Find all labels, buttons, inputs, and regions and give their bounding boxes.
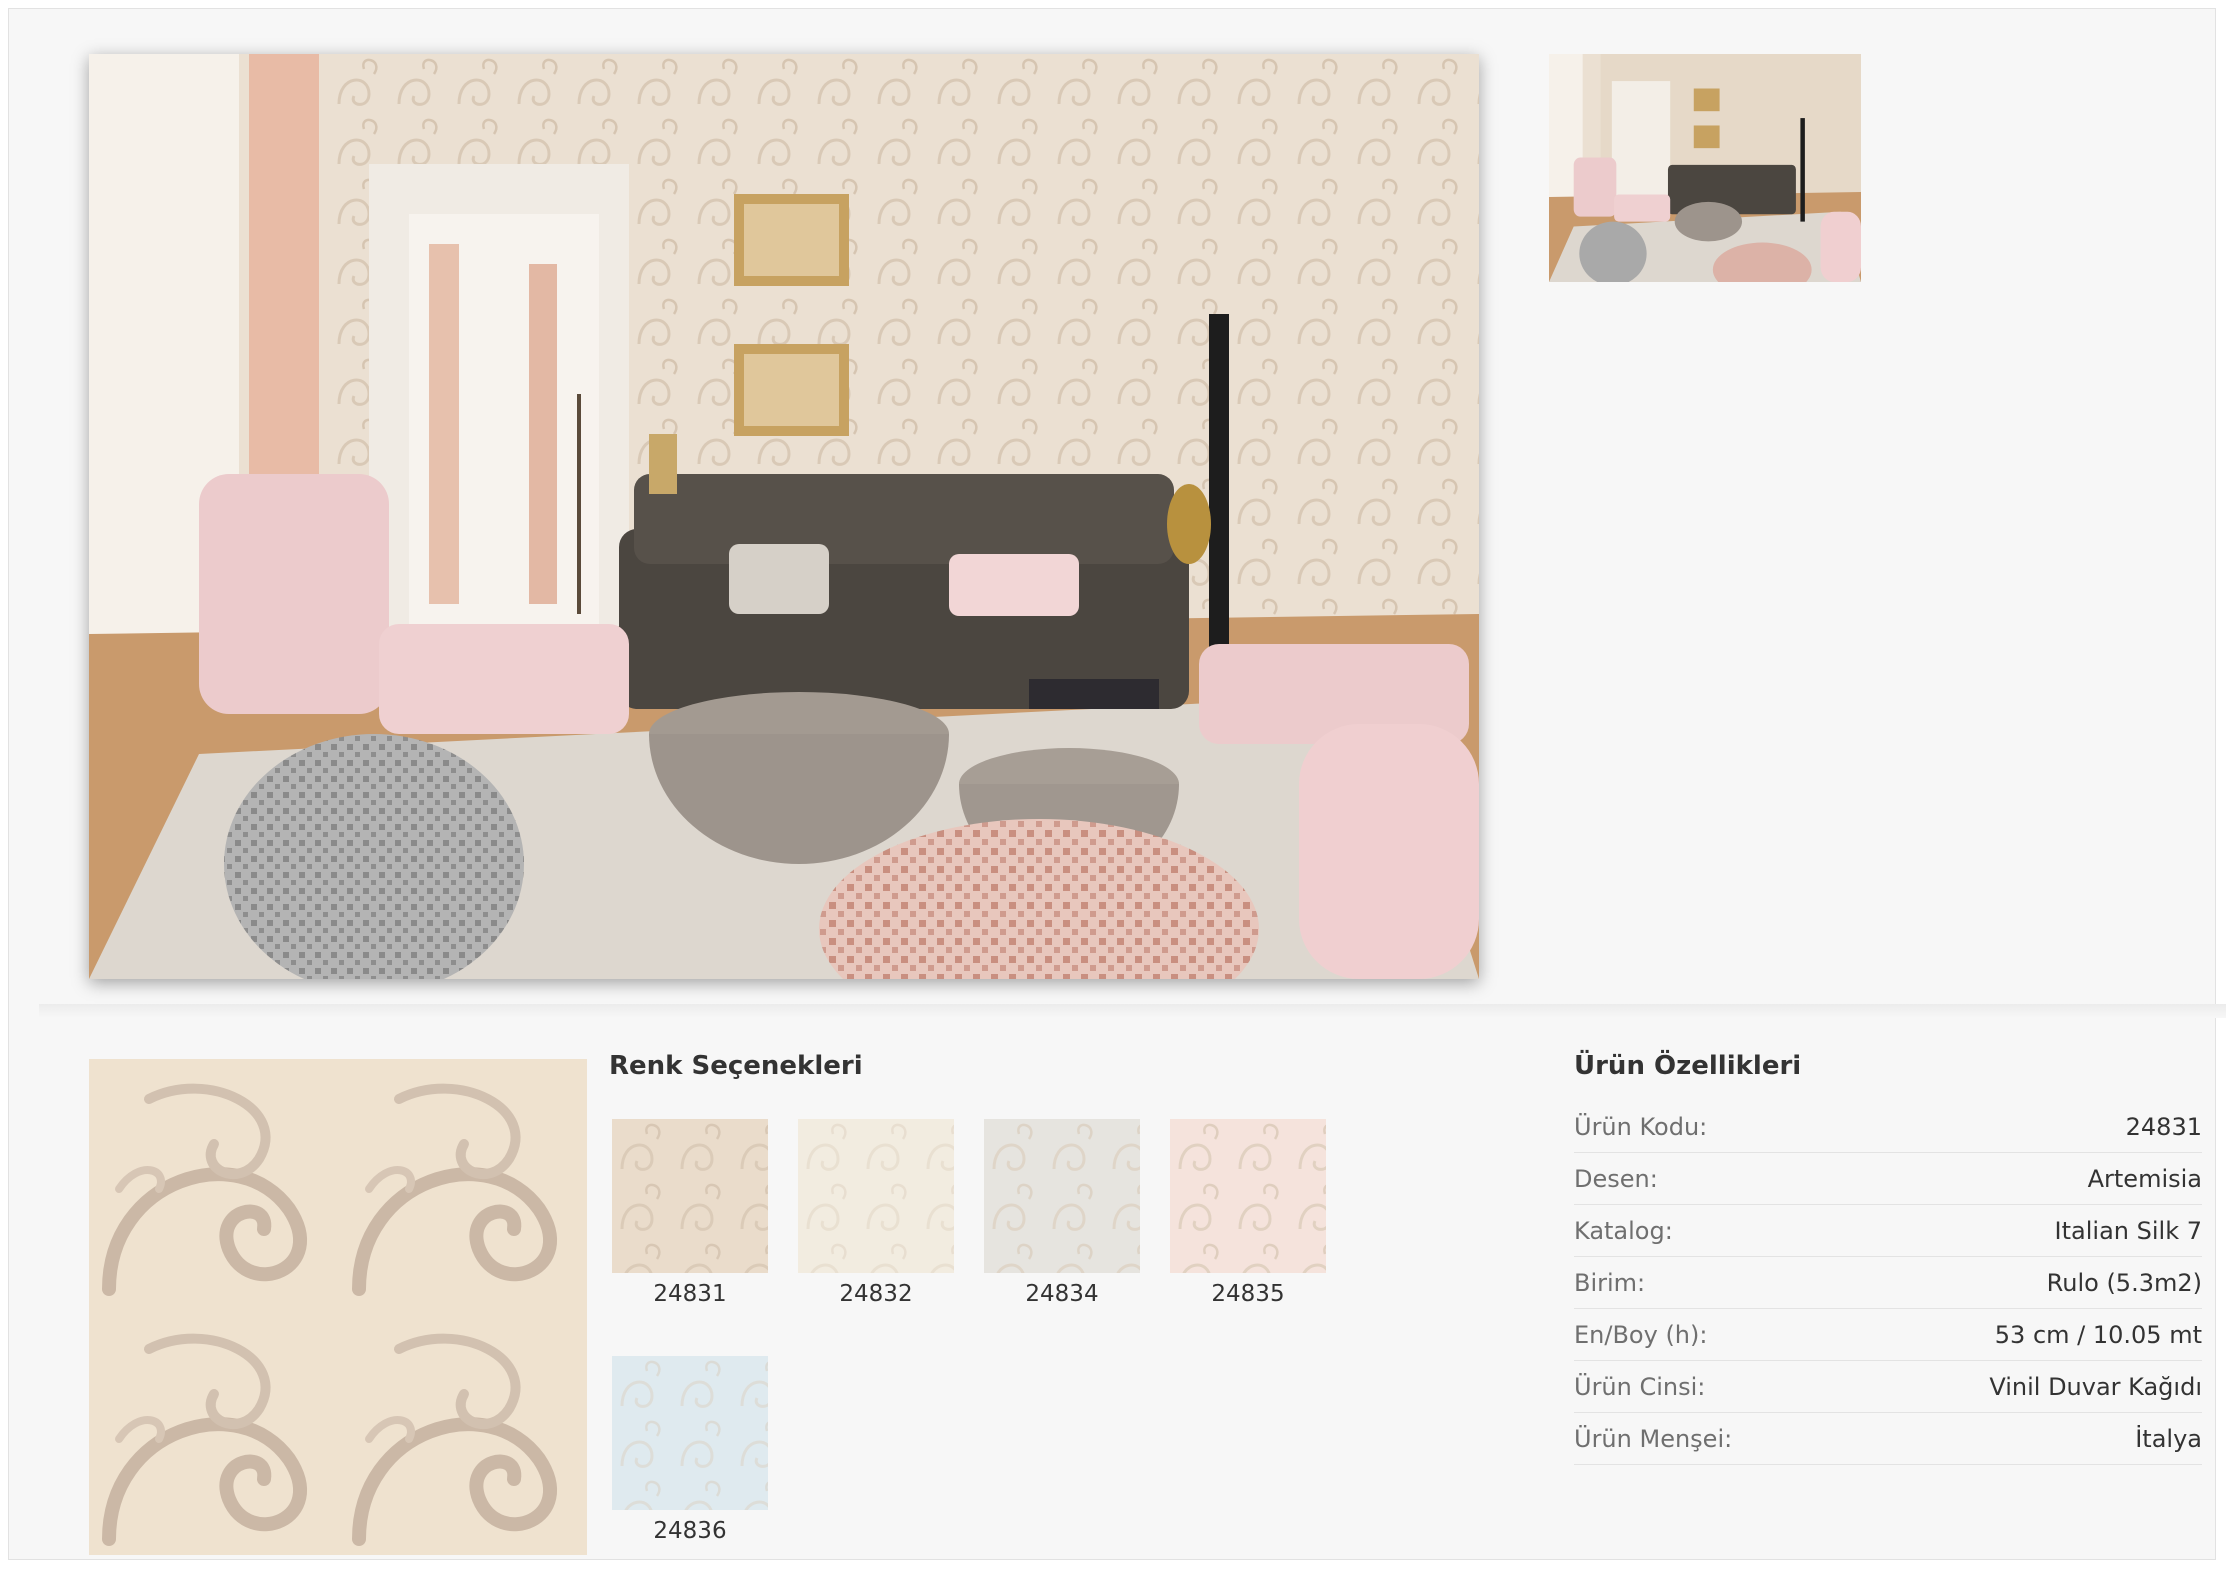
gallery-thumbnail[interactable] — [1549, 54, 1861, 282]
color-option-24832[interactable]: 24832 — [798, 1119, 954, 1307]
main-product-image[interactable] — [89, 54, 1479, 979]
spec-value: İtalya — [2135, 1424, 2202, 1453]
spec-label: Katalog: — [1574, 1216, 1673, 1245]
color-code: 24831 — [653, 1281, 727, 1307]
spec-value: Rulo (5.3m2) — [2046, 1268, 2202, 1297]
color-code: 24836 — [653, 1518, 727, 1544]
swatch-24831 — [612, 1119, 768, 1273]
spec-value: Artemisia — [2087, 1164, 2202, 1193]
spec-row-catalog: Katalog: Italian Silk 7 — [1574, 1205, 2202, 1257]
spec-value: Vinil Duvar Kağıdı — [1989, 1372, 2202, 1401]
spec-value: Italian Silk 7 — [2054, 1216, 2202, 1245]
product-specs-title: Ürün Özellikleri — [1574, 1051, 1802, 1081]
spec-label: Ürün Cinsi: — [1574, 1372, 1706, 1401]
color-option-24834[interactable]: 24834 — [984, 1119, 1140, 1307]
spec-row-dimensions: En/Boy (h): 53 cm / 10.05 mt — [1574, 1309, 2202, 1361]
spec-row-product-code: Ürün Kodu: 24831 — [1574, 1101, 2202, 1153]
color-option-24831[interactable]: 24831 — [612, 1119, 768, 1307]
spec-row-origin: Ürün Menşei: İtalya — [1574, 1413, 2202, 1465]
spec-label: Ürün Kodu: — [1574, 1112, 1708, 1141]
spec-row-unit: Birim: Rulo (5.3m2) — [1574, 1257, 2202, 1309]
color-code: 24835 — [1211, 1281, 1285, 1307]
swatch-24832 — [798, 1119, 954, 1273]
color-code: 24834 — [1025, 1281, 1099, 1307]
spec-value: 53 cm / 10.05 mt — [1994, 1320, 2202, 1349]
room-scene-image — [89, 54, 1479, 979]
spec-label: Ürün Menşei: — [1574, 1424, 1733, 1453]
spec-label: Birim: — [1574, 1268, 1646, 1297]
color-option-24836[interactable]: 24836 — [612, 1356, 768, 1544]
spec-row-pattern: Desen: Artemisia — [1574, 1153, 2202, 1205]
product-panel: Renk Seçenekleri 24831 24832 24834 24835 — [8, 8, 2226, 1560]
spec-value: 24831 — [2125, 1112, 2202, 1141]
color-option-24835[interactable]: 24835 — [1170, 1119, 1326, 1307]
section-divider — [39, 1004, 2226, 1018]
room-thumbnail-image — [1549, 54, 1861, 282]
product-specs-table: Ürün Kodu: 24831 Desen: Artemisia Katalo… — [1574, 1101, 2202, 1465]
swatch-24834 — [984, 1119, 1140, 1273]
spec-label: Desen: — [1574, 1164, 1658, 1193]
spec-row-type: Ürün Cinsi: Vinil Duvar Kağıdı — [1574, 1361, 2202, 1413]
color-options-title: Renk Seçenekleri — [609, 1051, 863, 1081]
swatch-24836 — [612, 1356, 768, 1510]
damask-pattern-image — [89, 1059, 587, 1555]
pattern-closeup-image[interactable] — [89, 1059, 587, 1555]
swatch-24835 — [1170, 1119, 1326, 1273]
spec-label: En/Boy (h): — [1574, 1320, 1708, 1349]
color-code: 24832 — [839, 1281, 913, 1307]
